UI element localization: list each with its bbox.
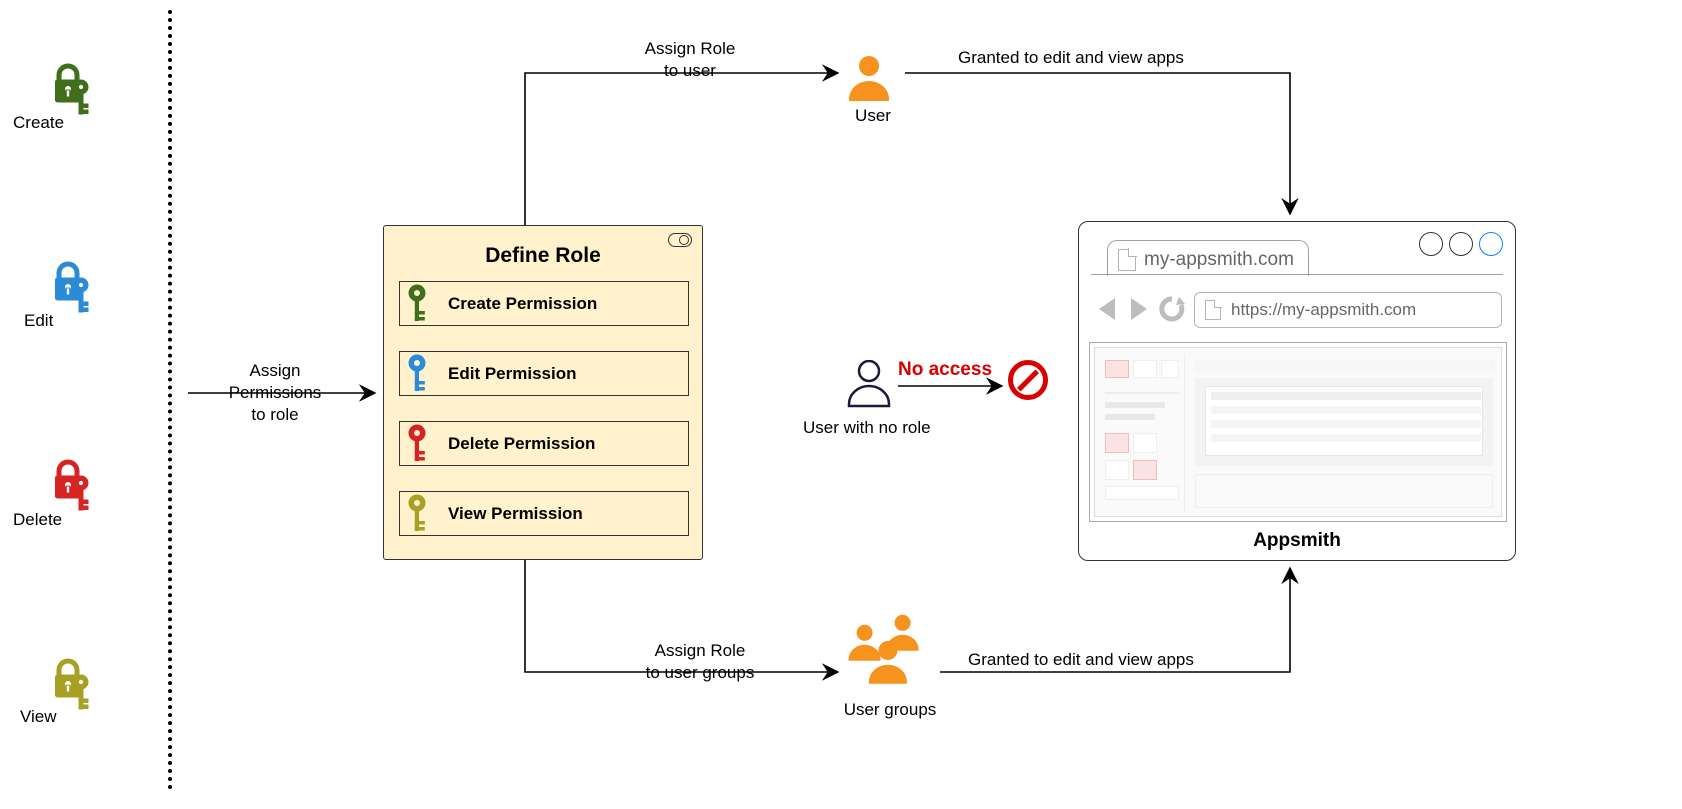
granted-groups-label: Granted to edit and view apps — [968, 650, 1194, 670]
no-access-label: No access — [898, 359, 992, 381]
perm-create: Create Permission — [399, 281, 689, 326]
lock-key-icon-edit — [55, 260, 110, 320]
browser-window: my-appsmith.com https://my-appsmith.com — [1078, 221, 1516, 561]
assign-role-groups-label: Assign Role to user groups — [610, 640, 790, 684]
nav-refresh-icon — [1157, 294, 1187, 329]
legend-separator — [168, 10, 172, 790]
lock-key-icon-delete — [55, 458, 110, 518]
page-icon — [1118, 249, 1136, 271]
legend-label-view: View — [20, 707, 57, 727]
perm-delete: Delete Permission — [399, 421, 689, 466]
lock-key-icon-view — [55, 657, 110, 717]
browser-tab-label: my-appsmith.com — [1144, 249, 1294, 271]
user-groups-icon — [845, 614, 935, 699]
user-label: User — [838, 106, 908, 126]
perm-edit: Edit Permission — [399, 351, 689, 396]
key-icon-delete — [408, 424, 438, 466]
perm-create-label: Create Permission — [448, 294, 597, 314]
perm-edit-label: Edit Permission — [448, 364, 576, 384]
legend-label-delete: Delete — [13, 510, 62, 530]
window-btn-2 — [1449, 232, 1473, 256]
no-access-icon — [1008, 360, 1048, 400]
user-groups-label: User groups — [825, 700, 955, 720]
key-icon-create — [408, 284, 438, 326]
nav-forward-icon — [1123, 294, 1153, 329]
perm-view-label: View Permission — [448, 504, 583, 524]
page-icon — [1205, 300, 1221, 320]
address-bar: https://my-appsmith.com — [1194, 292, 1502, 328]
tab-divider — [1091, 274, 1503, 275]
user-norole-icon — [847, 360, 897, 415]
address-url: https://my-appsmith.com — [1231, 300, 1416, 320]
assign-permissions-label: Assign Permissions to role — [210, 360, 340, 426]
app-screenshot — [1094, 347, 1502, 517]
window-btn-3 — [1479, 232, 1503, 256]
define-role-box: Define Role Create Permission Edit Permi… — [383, 225, 703, 560]
legend-label-edit: Edit — [24, 311, 53, 331]
granted-user-label: Granted to edit and view apps — [958, 48, 1184, 68]
define-role-title: Define Role — [384, 244, 702, 268]
key-icon-edit — [408, 354, 438, 396]
legend-label-create: Create — [13, 113, 64, 133]
nav-back-icon — [1093, 294, 1123, 329]
browser-tab: my-appsmith.com — [1107, 240, 1309, 276]
user-icon — [847, 55, 897, 110]
browser-content — [1089, 342, 1507, 522]
user-norole-label: User with no role — [803, 418, 931, 438]
key-icon-view — [408, 494, 438, 536]
assign-role-user-label: Assign Role to user — [610, 38, 770, 82]
diagram-canvas: Create Edit Delete View Define Role Crea… — [0, 0, 1682, 809]
window-btn-1 — [1419, 232, 1443, 256]
perm-delete-label: Delete Permission — [448, 434, 595, 454]
browser-title: Appsmith — [1079, 530, 1515, 552]
perm-view: View Permission — [399, 491, 689, 536]
